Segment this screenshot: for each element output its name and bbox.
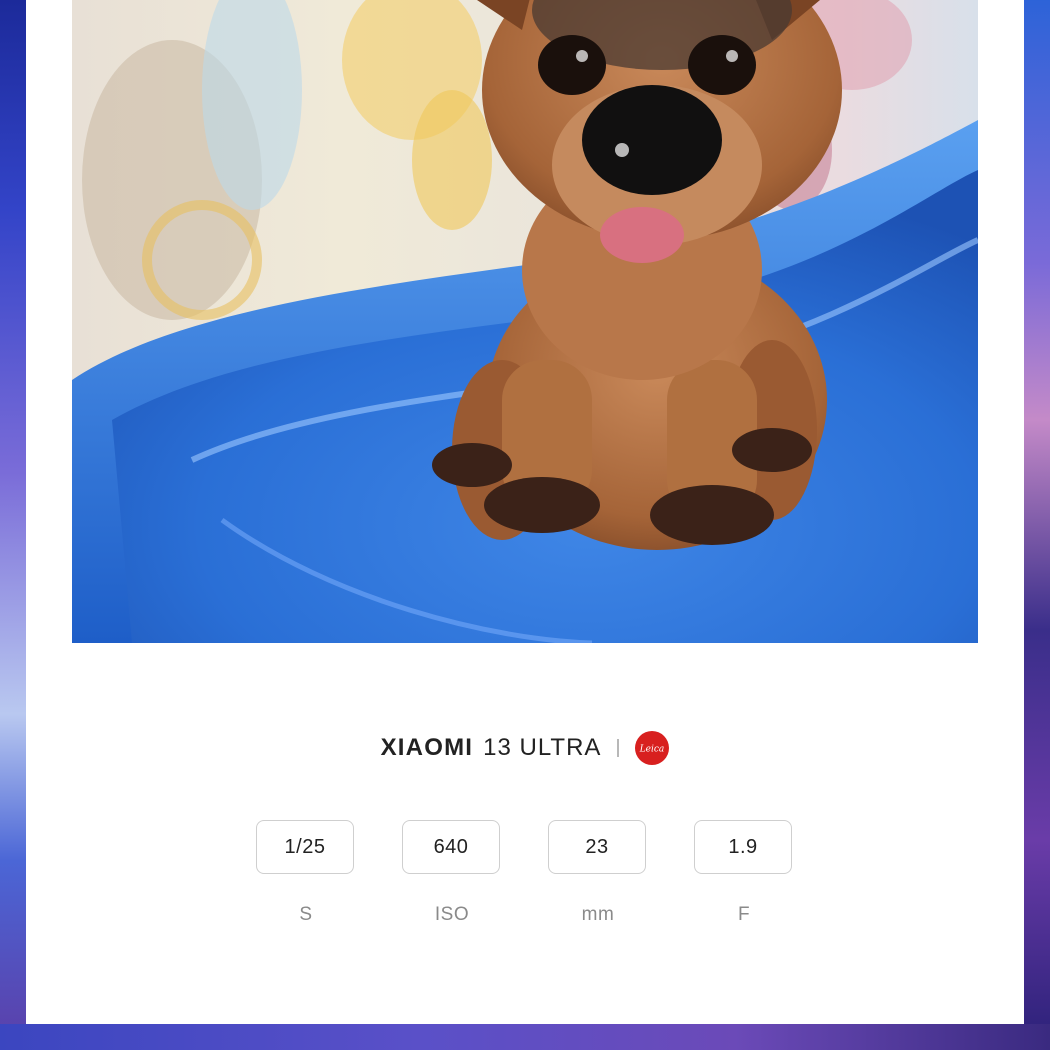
leica-logo-icon: Leica [635, 731, 670, 765]
camera-brand: XIAOMI [380, 734, 474, 761]
spec-label: mm [581, 904, 615, 925]
spec-value-box: 1/25 [256, 820, 354, 874]
spec-value-box: 23 [548, 820, 646, 874]
background-right-strip [1024, 0, 1050, 1050]
background-bottom-strip [0, 1024, 1050, 1050]
spec-label: F [737, 904, 751, 925]
dog-figurine-photo[interactable] [72, 0, 978, 643]
photo-illustration [72, 0, 978, 643]
spec-label: ISO [434, 904, 470, 925]
spec-iso: 640 ISO [402, 820, 502, 926]
spec-focal-length: 23 mm [548, 820, 648, 926]
camera-model: 13 ULTRA [483, 734, 602, 761]
exif-specs: 1/25 S 640 ISO 23 mm 1.9 F [256, 820, 794, 940]
photo-frame-card: XIAOMI 13 ULTRA Leica 1/25 S 640 ISO 23 … [26, 0, 1024, 1024]
spec-value-box: 1.9 [694, 820, 792, 874]
camera-brand-row: XIAOMI 13 ULTRA Leica [26, 728, 1024, 768]
svg-text:Leica: Leica [639, 745, 664, 755]
spec-aperture: 1.9 F [694, 820, 794, 926]
spec-shutter: 1/25 S [256, 820, 356, 926]
brand-divider [617, 739, 620, 757]
background-left-strip [0, 0, 26, 1050]
spec-value-box: 640 [402, 820, 500, 874]
spec-label: S [299, 904, 313, 925]
